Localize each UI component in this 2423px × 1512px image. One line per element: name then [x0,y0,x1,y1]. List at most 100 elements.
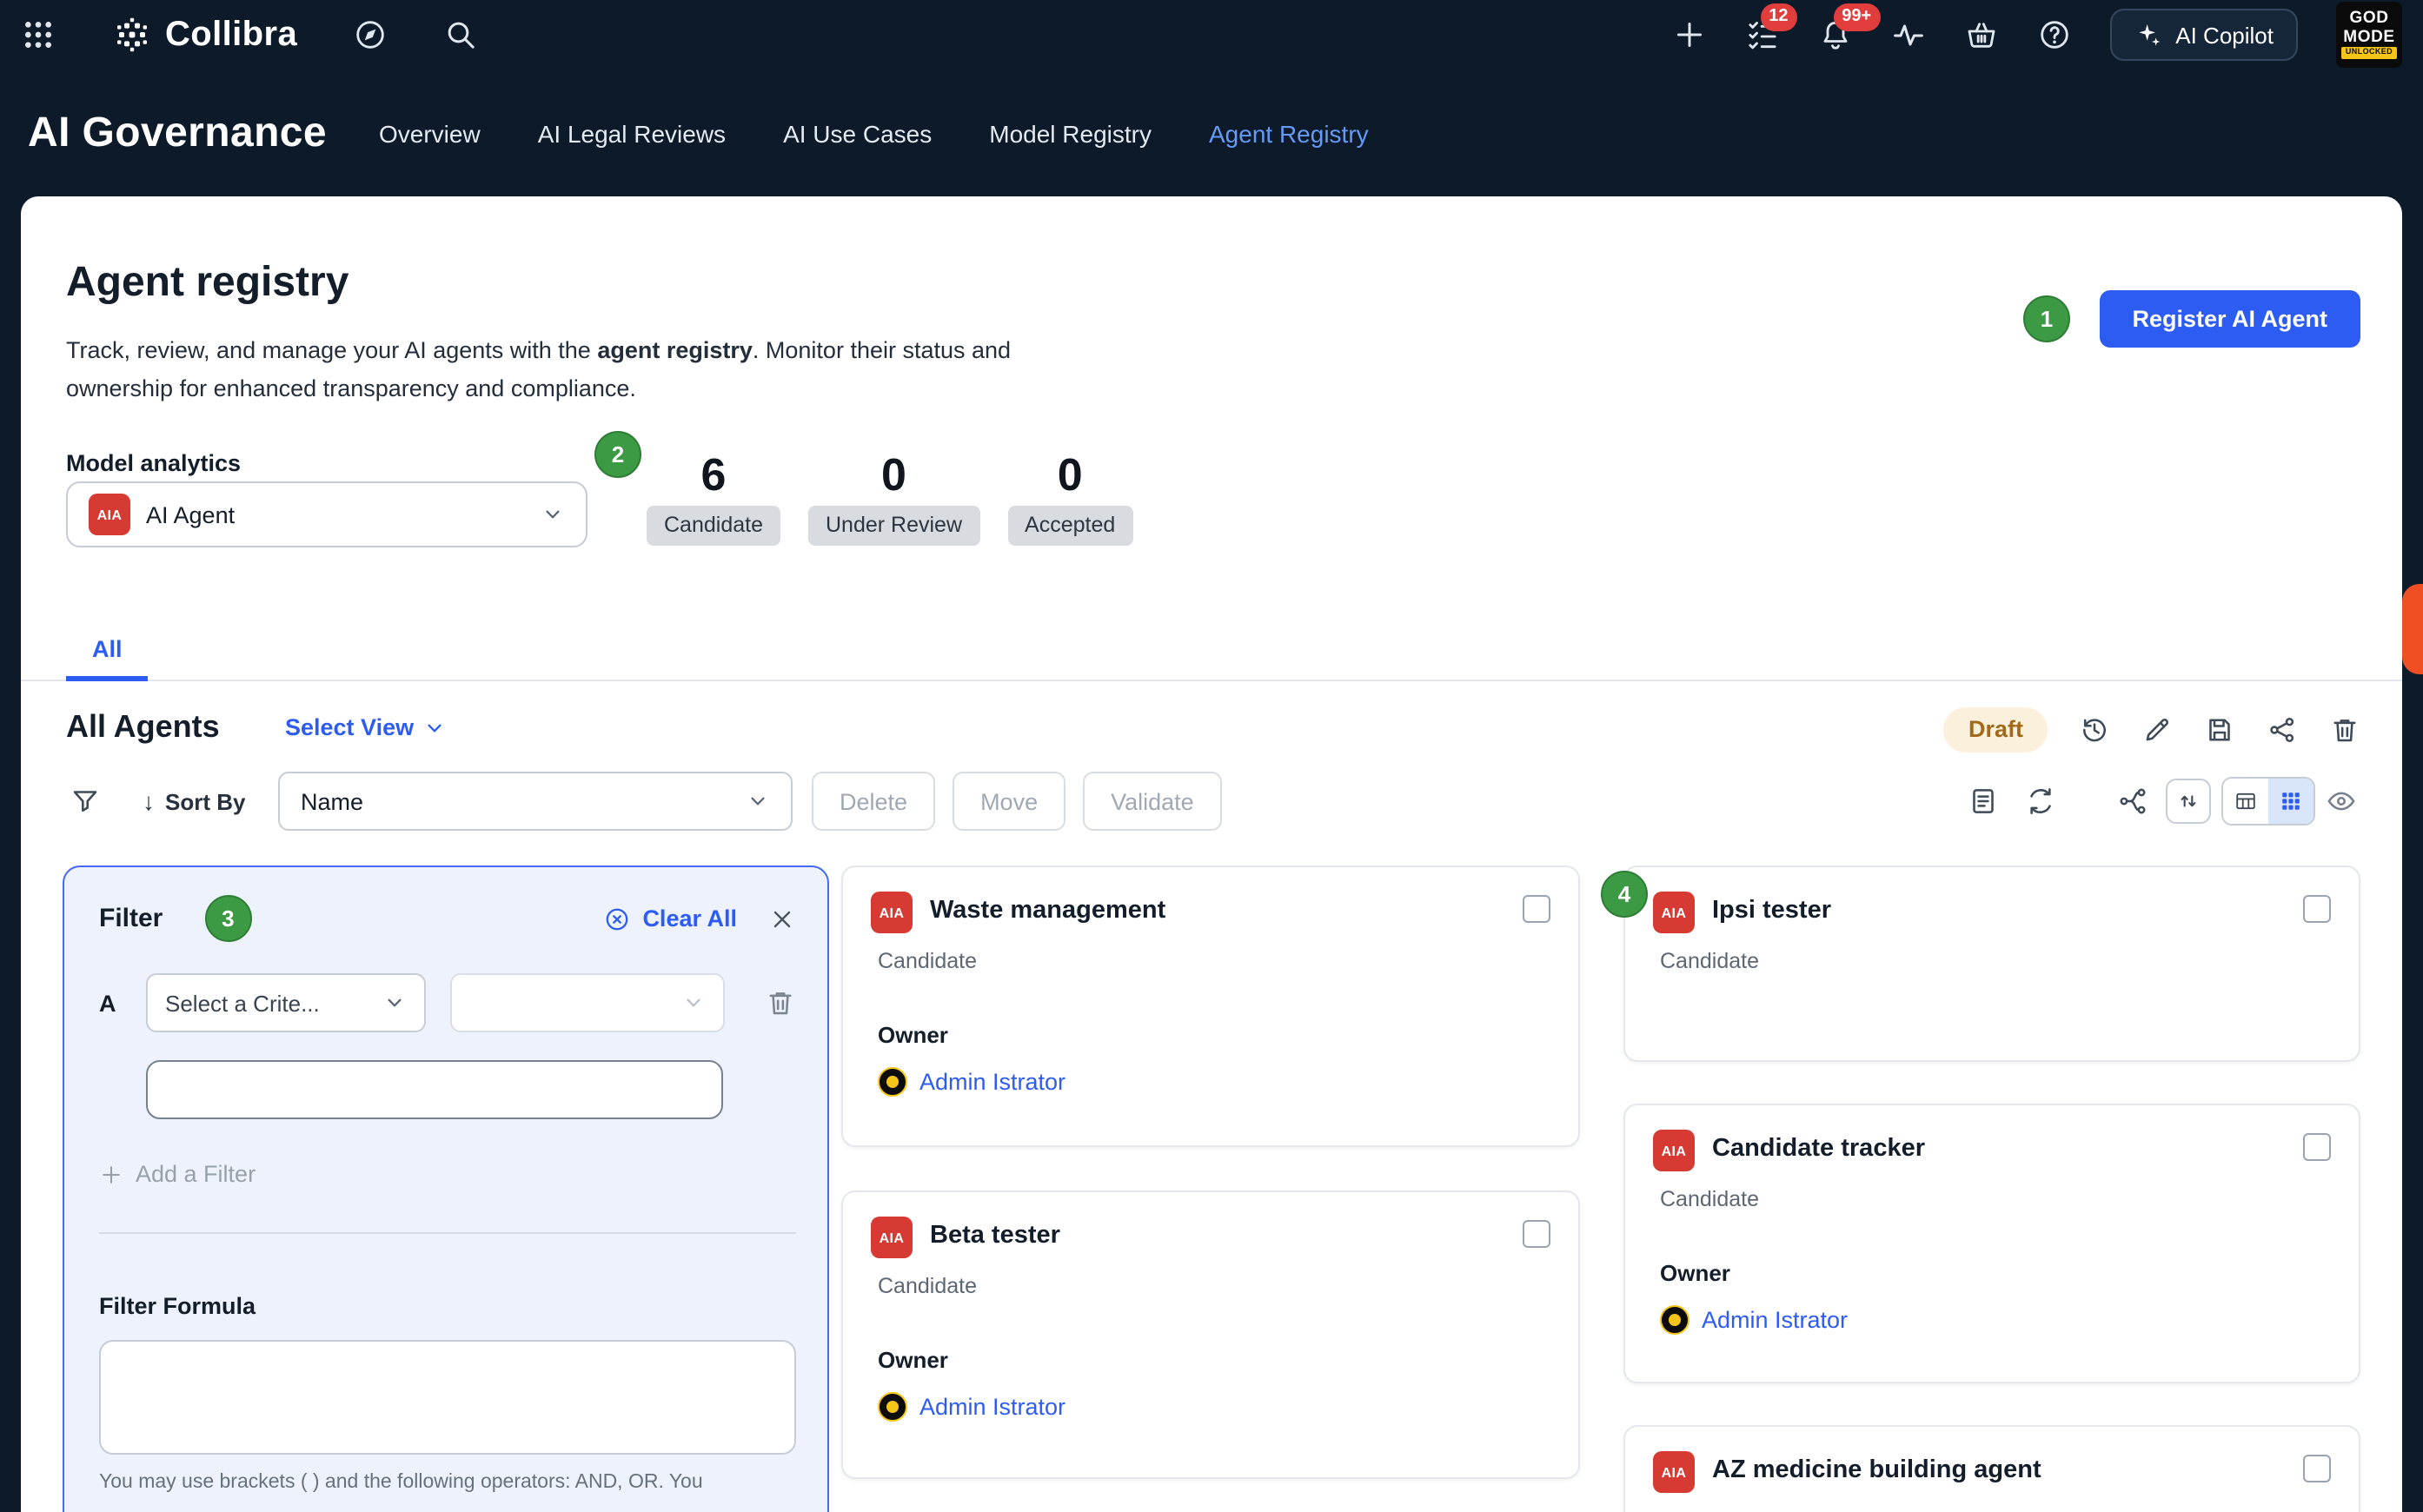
tasks-menu[interactable]: 12 [1744,17,1779,52]
status-stats: 6 Candidate 0 Under Review 0 Accepted [647,450,1132,545]
ai-copilot-button[interactable]: AI Copilot [2109,9,2298,61]
tab-agent-registry[interactable]: Agent Registry [1209,119,1369,147]
filter-formula-textarea[interactable] [99,1340,796,1455]
tasks-count-badge: 12 [1760,3,1796,31]
asset-type-select[interactable]: AIA AI Agent [66,481,587,547]
explore-compass-icon[interactable] [353,17,388,52]
agent-checkbox[interactable] [1523,895,1550,923]
owner-label: Owner [878,1347,1550,1373]
stat-under-review[interactable]: 0 Under Review [808,450,979,545]
move-button[interactable]: Move [953,772,1065,831]
delete-button[interactable]: Delete [812,772,935,831]
agent-status: Candidate [1660,949,2331,973]
refresh-icon[interactable] [2025,786,2056,817]
sort-field-value: Name [301,788,363,814]
validate-button[interactable]: Validate [1083,772,1222,831]
remove-filter-row-trash-icon[interactable] [765,987,796,1018]
stat-accepted[interactable]: 0 Accepted [1007,450,1132,545]
filter-formula-label: Filter Formula [99,1293,796,1319]
owner-label: Owner [878,1022,1550,1048]
data-basket-icon[interactable] [1963,17,1998,52]
table-view-button[interactable] [2223,779,2268,824]
agent-checkbox[interactable] [1523,1220,1550,1248]
stat-candidate-label[interactable]: Candidate [647,505,780,545]
list-header: All Agents Select View Draft [21,700,2402,759]
add-icon[interactable] [1671,17,1706,52]
card-grid-view-icon [2279,789,2303,813]
notifications-menu[interactable]: 99+ [1817,17,1852,52]
divider [99,1232,796,1234]
close-icon [768,905,796,932]
visibility-eye-icon[interactable] [2326,786,2357,817]
share-icon[interactable] [2267,714,2298,746]
agent-checkbox[interactable] [2303,1133,2331,1161]
agent-title[interactable]: Waste management [930,897,1165,925]
stat-accepted-label[interactable]: Accepted [1007,505,1132,545]
aia-asset-icon: AIA [89,494,130,535]
aia-asset-icon: AIA [871,1217,913,1258]
agent-checkbox[interactable] [2303,895,2331,923]
tab-ai-legal-reviews[interactable]: AI Legal Reviews [538,119,726,147]
view-tabs-bar: All [21,620,2402,681]
select-view-label: Select View [285,714,414,740]
sort-field-select[interactable]: Name [278,772,793,831]
select-view-dropdown[interactable]: Select View [285,714,447,740]
owner-link[interactable]: Admin Istrator [919,1069,1065,1095]
up-down-arrows-icon [2176,789,2201,813]
clear-all-label: Clear All [642,905,737,932]
tab-ai-use-cases[interactable]: AI Use Cases [783,119,932,147]
lineage-diagram-icon[interactable] [2117,786,2148,817]
sort-by-control[interactable]: ↓ Sort By [143,772,245,831]
agent-title[interactable]: AZ medicine building agent [1712,1456,2041,1484]
history-icon[interactable] [2079,714,2110,746]
stat-candidate-value: 6 [701,450,727,500]
agent-checkbox[interactable] [2303,1455,2331,1482]
god-mode-text-1: GOD [2349,11,2388,28]
stat-under-review-label[interactable]: Under Review [808,505,979,545]
report-list-icon[interactable] [1968,786,1999,817]
owner-avatar [1660,1305,1689,1335]
filter-funnel-icon[interactable] [70,786,101,817]
agent-title[interactable]: Beta tester [930,1222,1060,1250]
agent-card: AIA AZ medicine building agent [1623,1425,2360,1512]
tab-all[interactable]: All [66,620,149,681]
owner-link[interactable]: Admin Istrator [1702,1307,1848,1333]
stat-under-review-value: 0 [881,450,906,500]
description-bold: agent registry [597,337,753,363]
search-icon[interactable] [443,17,478,52]
sort-order-toggle[interactable] [2166,779,2211,824]
stat-candidate[interactable]: 6 Candidate [647,450,780,545]
edit-pencil-icon[interactable] [2141,714,2173,746]
chevron-down-icon [681,991,706,1015]
agent-title[interactable]: Candidate tracker [1712,1135,1925,1163]
collibra-logo[interactable]: Collibra [111,14,297,56]
tab-model-registry[interactable]: Model Registry [989,119,1152,147]
owner-label: Owner [1660,1260,2331,1286]
activity-pulse-icon[interactable] [1890,17,1925,52]
clear-all-filters-button[interactable]: Clear All [602,905,737,932]
apps-grid-icon[interactable] [21,17,56,52]
owner-avatar [878,1392,907,1422]
clear-circle-x-icon [602,905,630,932]
help-icon[interactable] [2036,17,2071,52]
app-section-title: AI Governance [28,109,327,157]
save-view-icon[interactable] [2204,714,2235,746]
delete-view-trash-icon[interactable] [2329,714,2360,746]
owner-link[interactable]: Admin Istrator [919,1394,1065,1420]
filter-operator-select[interactable] [450,973,725,1032]
agent-card: AIA Candidate tracker Candidate Owner Ad… [1623,1104,2360,1383]
step-badge-4: 4 [1601,871,1648,918]
tab-overview[interactable]: Overview [379,119,481,147]
filter-value-input[interactable] [146,1060,723,1119]
god-mode-text-2: MODE [2343,30,2394,46]
owner-avatar [878,1067,907,1097]
card-view-button[interactable] [2268,779,2313,824]
add-filter-button[interactable]: Add a Filter [99,1161,256,1187]
agent-title[interactable]: Ipsi tester [1712,897,1831,925]
register-ai-agent-button[interactable]: Register AI Agent [2099,290,2360,348]
close-filter-panel-button[interactable] [768,905,796,932]
model-analytics-label: Model analytics [66,450,241,476]
draft-status-badge: Draft [1944,707,2048,753]
agent-status: Candidate [878,1274,1550,1298]
filter-criteria-select[interactable]: Select a Crite... [146,973,426,1032]
